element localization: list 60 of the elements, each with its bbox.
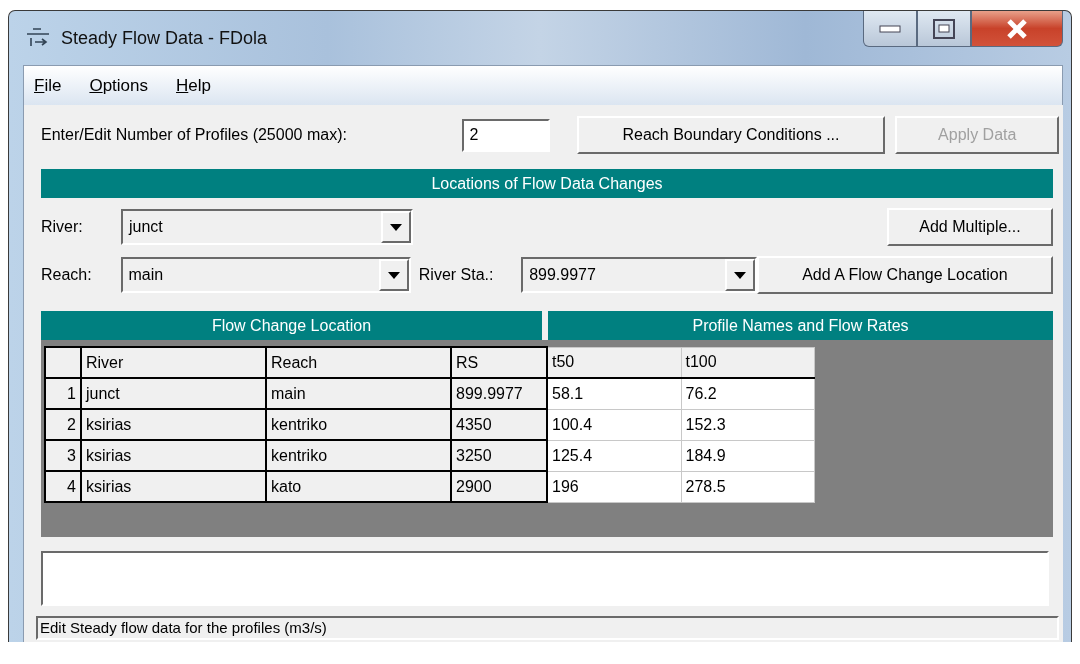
table-cell: junct	[81, 378, 266, 409]
close-icon	[1006, 18, 1028, 39]
window-title: Steady Flow Data - FDola	[61, 26, 268, 50]
table-cell: 2900	[451, 471, 547, 502]
table-cell: 3250	[451, 440, 547, 471]
table-cell: ksirias	[81, 440, 266, 471]
river-dropdown[interactable]: junct	[121, 209, 413, 245]
table-cell: kato	[266, 471, 451, 502]
row-number: 1	[45, 378, 81, 409]
add-multiple-button[interactable]: Add Multiple...	[887, 208, 1053, 246]
close-button[interactable]	[971, 11, 1063, 47]
caret-icon	[387, 271, 400, 279]
row-number: 3	[45, 440, 81, 471]
menu-item[interactable]: Options	[89, 72, 148, 99]
minimize-button[interactable]	[863, 11, 917, 47]
profiles-label: Enter/Edit Number of Profiles (25000 max):	[41, 125, 348, 145]
flow-cell[interactable]: 58.1	[547, 378, 681, 409]
flow-cell[interactable]: 196	[547, 471, 681, 502]
caret-icon	[733, 271, 746, 279]
status-bar: Edit Steady flow data for the profiles (m3/s)	[36, 616, 1059, 640]
row-number: 2	[45, 409, 81, 440]
column-header: t100	[681, 347, 814, 378]
minimize-icon	[879, 24, 901, 33]
dropdown-button[interactable]	[381, 211, 411, 243]
table-cell: 899.9977	[451, 378, 547, 409]
table-cell: kentriko	[266, 440, 451, 471]
dropdown-button[interactable]	[378, 259, 409, 291]
column-header: RS	[451, 347, 547, 378]
river-station-dropdown[interactable]: 899.9977	[521, 257, 757, 293]
dropdown-button[interactable]	[724, 259, 755, 291]
flow-cell[interactable]: 76.2	[681, 378, 814, 409]
flow-cell[interactable]: 125.4	[547, 440, 681, 471]
column-header: t50	[547, 347, 681, 378]
flow-cell[interactable]: 100.4	[547, 409, 681, 440]
menu-item[interactable]: File	[34, 72, 62, 99]
table-group-header: Flow Change Location	[41, 311, 542, 340]
caret-icon	[390, 223, 402, 231]
section-header: Locations of Flow Data Changes	[41, 169, 1053, 198]
table-cell: main	[266, 378, 451, 409]
add-location-button[interactable]: Add A Flow Change Location	[756, 256, 1053, 294]
column-header: River	[81, 347, 266, 378]
flow-cell[interactable]: 152.3	[681, 409, 814, 440]
row-number: 4	[45, 471, 81, 502]
profiles-input[interactable]: 2	[461, 118, 550, 152]
maximize-button[interactable]	[917, 11, 971, 47]
reach-dropdown[interactable]: main	[120, 257, 411, 293]
column-header: Reach	[266, 347, 451, 378]
boundary-conditions-button[interactable]: Reach Boundary Conditions ...	[576, 116, 886, 154]
maximize-icon	[933, 18, 955, 39]
table-cell: 4350	[451, 409, 547, 440]
menu-item[interactable]: Help	[176, 72, 211, 99]
table-cell: ksirias	[81, 409, 266, 440]
flow-cell[interactable]: 278.5	[681, 471, 814, 502]
river-station-label: River Sta.:	[418, 265, 495, 285]
flow-cell[interactable]: 184.9	[681, 440, 814, 471]
table-cell: kentriko	[266, 409, 451, 440]
table-cell: ksirias	[81, 471, 266, 502]
table-group-header: Profile Names and Flow Rates	[548, 311, 1053, 340]
reach-label: Reach:	[41, 265, 93, 285]
river-label: River:	[41, 217, 84, 237]
